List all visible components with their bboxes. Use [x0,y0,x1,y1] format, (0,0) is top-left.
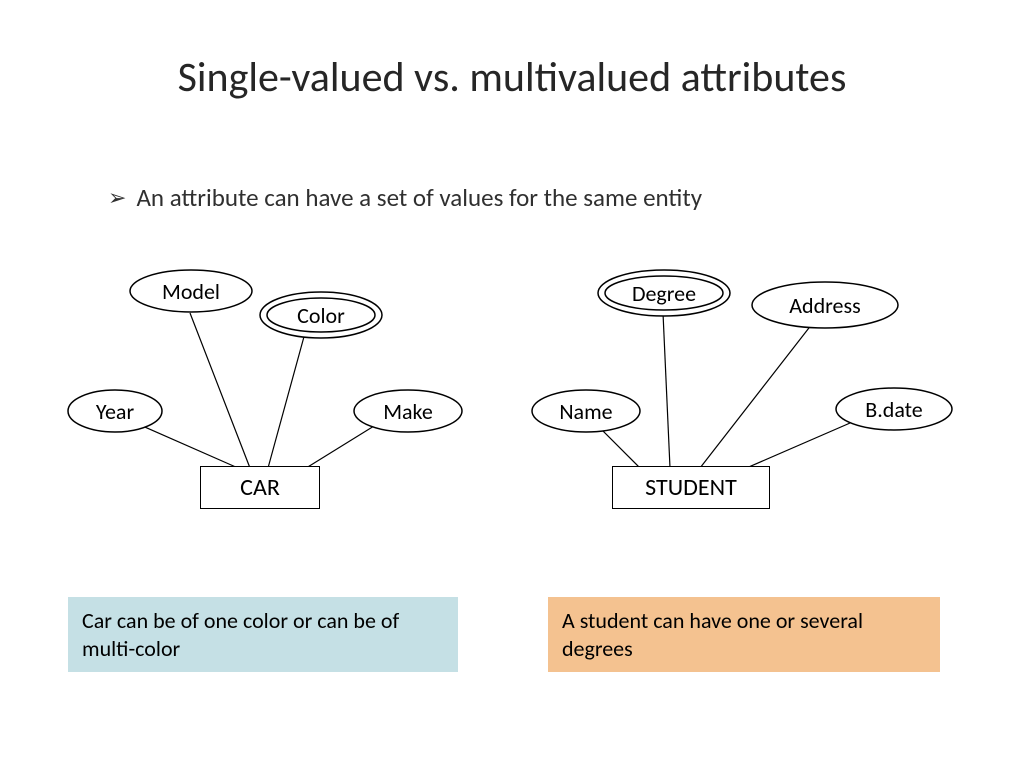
bullet-text: An attribute can have a set of values fo… [136,182,702,213]
attr-year: Year [66,388,164,434]
attr-color-label: Color [297,302,345,329]
attr-color-multivalued: Color [258,290,384,340]
bullet-row: ➢ An attribute can have a set of values … [108,182,702,213]
attr-make-label: Make [383,398,433,425]
attr-name: Name [530,388,642,434]
attr-degree-multivalued: Degree [596,268,732,318]
attr-address: Address [750,280,900,330]
bullet-arrow-icon: ➢ [108,187,126,209]
entity-student: STUDENT [612,466,770,509]
caption-student: A student can have one or several degree… [548,597,940,672]
attr-bdate-label: B.date [865,396,923,423]
diagram-area: Year Model Color Make CAR Name Degree Ad… [0,250,1024,550]
entity-student-label: STUDENT [645,473,737,502]
attr-address-label: Address [789,292,860,319]
slide-title: Single-valued vs. multivalued attributes [0,52,1024,103]
attr-year-label: Year [96,398,134,425]
attr-name-label: Name [559,398,612,425]
attr-make: Make [352,388,464,434]
attr-model: Model [128,268,254,314]
entity-car: CAR [200,466,320,509]
attr-bdate: B.date [834,386,954,432]
caption-car: Car can be of one color or can be of mul… [68,597,458,672]
entity-car-label: CAR [240,473,280,502]
attr-model-label: Model [162,278,220,305]
attr-degree-label: Degree [632,280,696,307]
